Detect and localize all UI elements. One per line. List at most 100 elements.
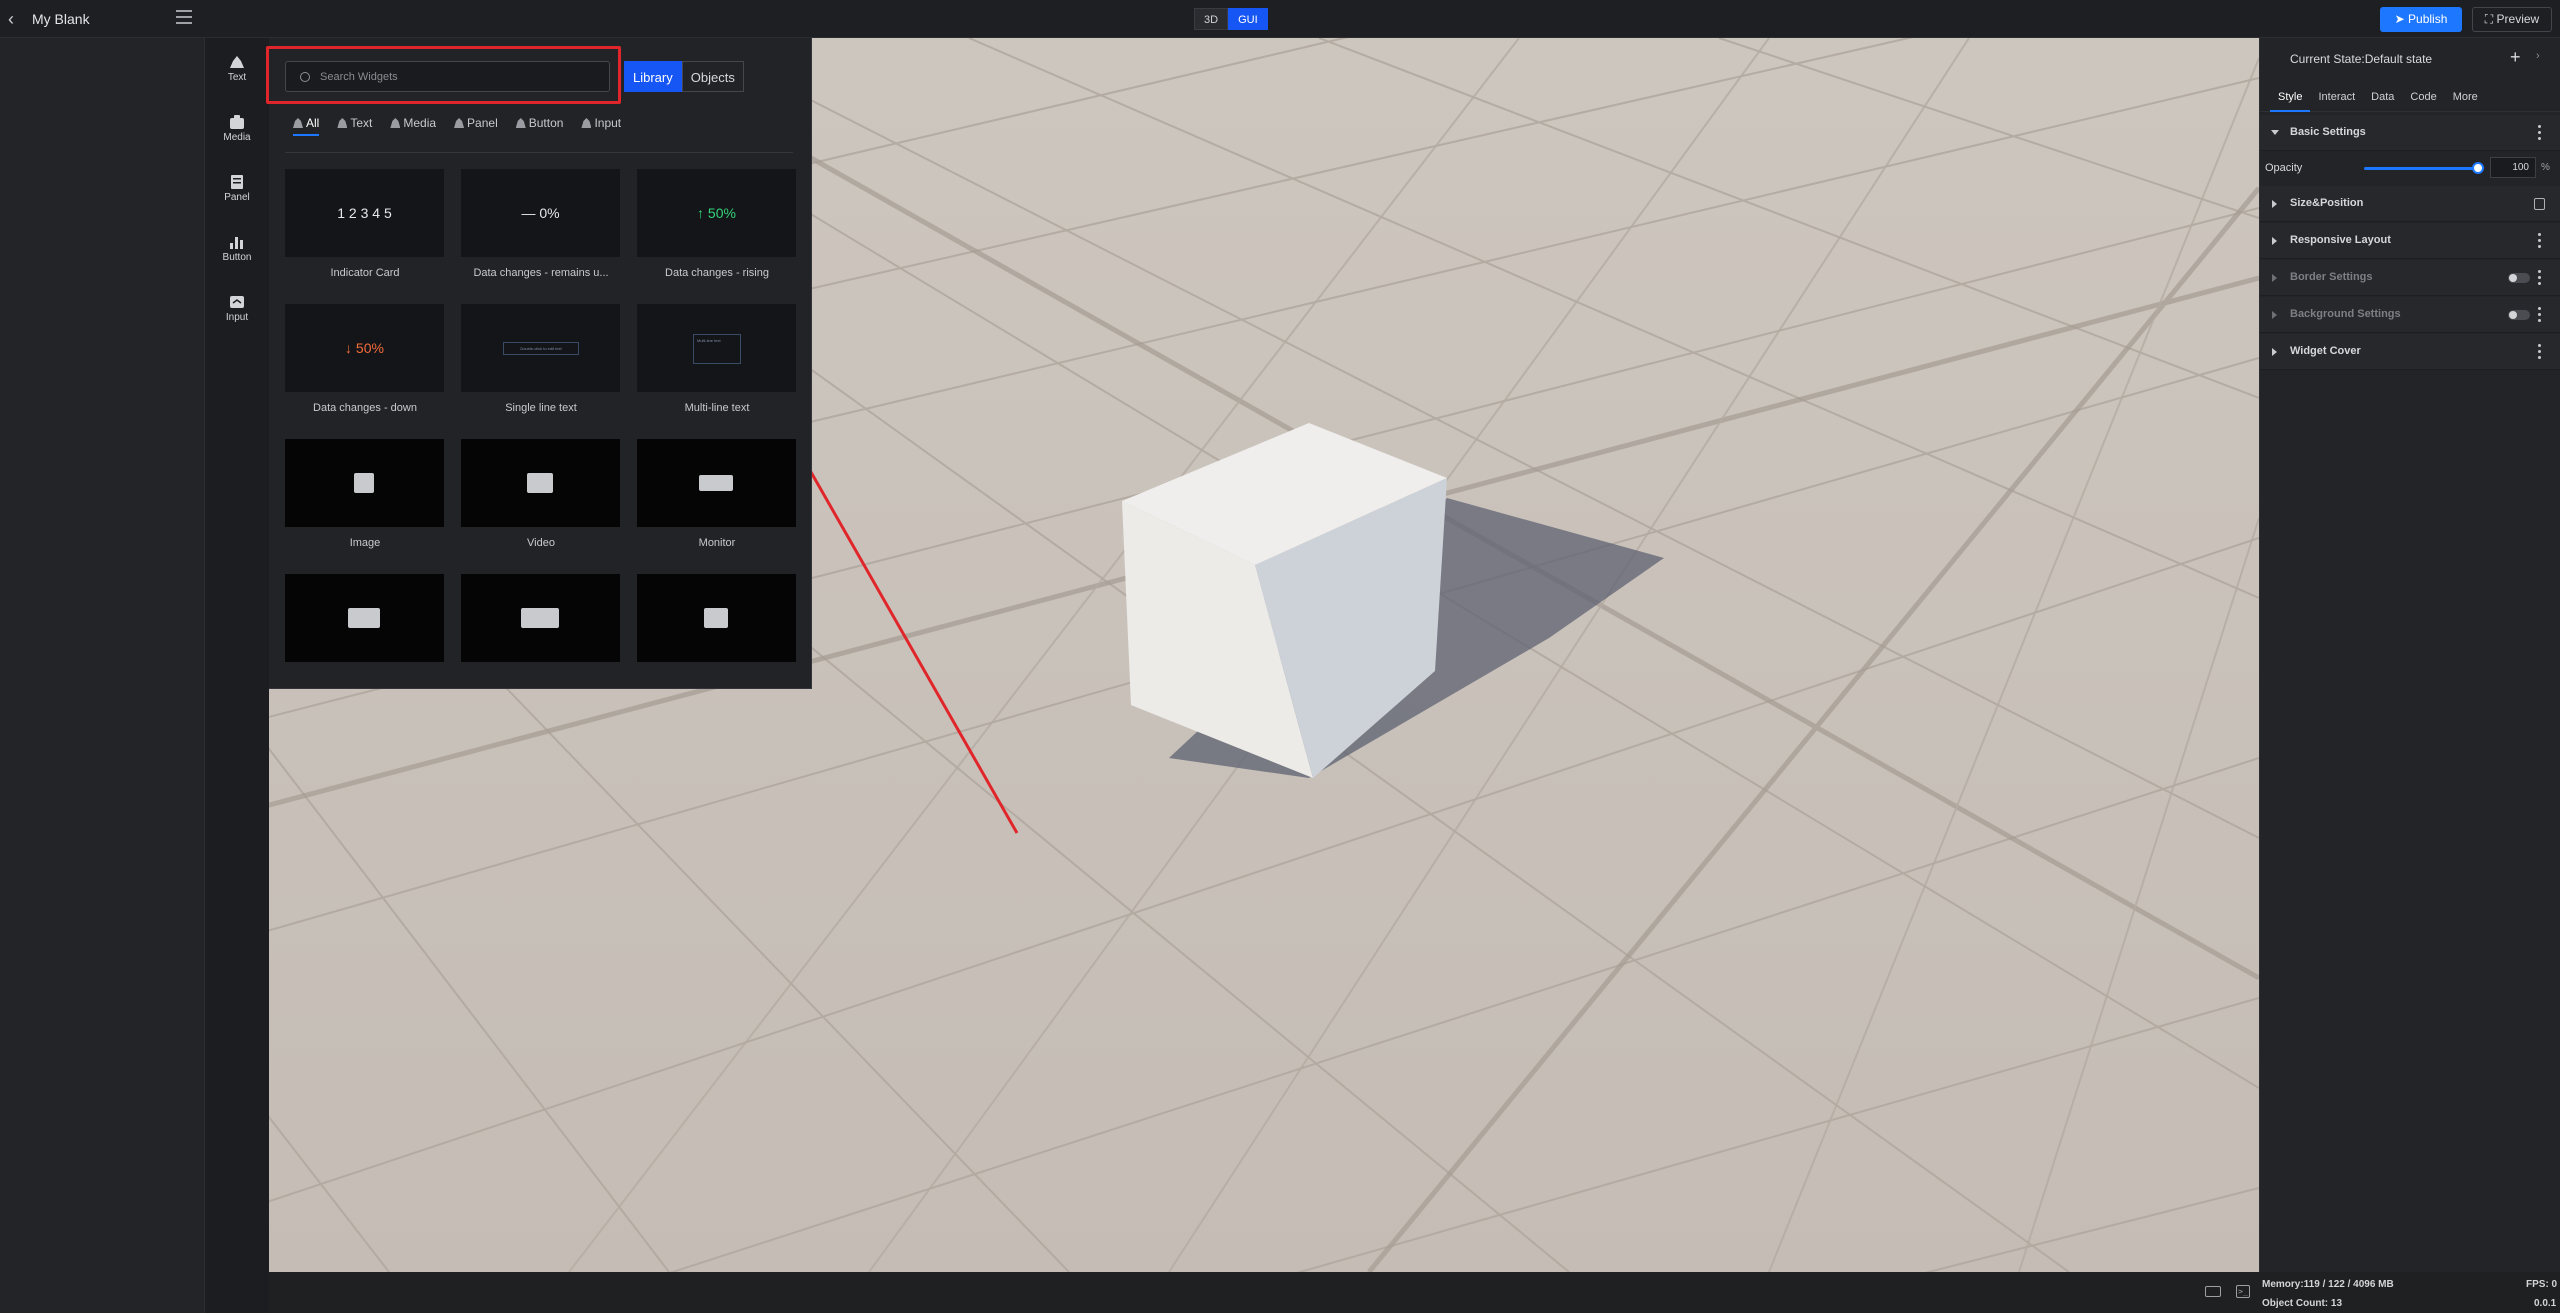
widget-card-multi-line[interactable]: Multi-line text Multi-line text (637, 304, 797, 414)
widget-card-label: Data changes - rising (665, 267, 769, 279)
filter-text[interactable]: Text (337, 116, 372, 136)
rail-item-input[interactable]: Input (205, 288, 269, 334)
widget-card-image[interactable]: Image (285, 439, 445, 549)
filmstrip-icon (521, 608, 559, 628)
widget-card-monitor[interactable]: Monitor (637, 439, 797, 549)
filter-input[interactable]: Input (581, 116, 621, 136)
layers-panel (0, 38, 205, 1313)
widget-thumbnail: 1 2 3 4 5 (285, 169, 444, 257)
section-background-settings[interactable]: Background Settings (2260, 297, 2560, 333)
tab-more[interactable]: More (2445, 86, 2486, 112)
image-icon (354, 473, 374, 493)
opacity-input[interactable]: 100 (2490, 157, 2536, 178)
section-title: Size&Position (2290, 197, 2364, 209)
widget-thumbnail: Double-click to edit text (461, 304, 620, 392)
section-basic-settings[interactable]: Basic Settings (2260, 115, 2560, 151)
widget-card-indicator[interactable]: 1 2 3 4 5 Indicator Card (285, 169, 445, 279)
media-icon (230, 115, 244, 129)
keyboard-icon[interactable] (2205, 1286, 2221, 1297)
widget-thumbnail: ↓ 50% (285, 304, 444, 392)
filter-button[interactable]: Button (515, 116, 563, 136)
caret-right-icon (2272, 311, 2277, 319)
rail-item-panel[interactable]: Panel (205, 168, 269, 214)
mode-gui-button[interactable]: GUI (1228, 8, 1268, 30)
widget-card-single-line[interactable]: Double-click to edit text Single line te… (461, 304, 621, 414)
rail-item-label: Button (222, 252, 252, 263)
section-border-settings[interactable]: Border Settings (2260, 260, 2560, 296)
more-options-icon[interactable] (2538, 270, 2541, 285)
widget-card-data-remains[interactable]: — 0% Data changes - remains u... (461, 169, 621, 279)
property-tabs: Style Interact Data Code More (2260, 86, 2560, 112)
tab-interact[interactable]: Interact (2310, 86, 2363, 112)
widget-card-data-down[interactable]: ↓ 50% Data changes - down (285, 304, 445, 414)
border-toggle[interactable] (2508, 273, 2530, 283)
more-options-icon[interactable] (2538, 233, 2541, 248)
tab-data[interactable]: Data (2363, 86, 2402, 112)
widget-card-label: Single line text (505, 402, 577, 414)
button-icon (230, 237, 243, 249)
publish-label: Publish (2408, 12, 2448, 26)
video-icon (527, 473, 553, 493)
more-options-icon[interactable] (2538, 344, 2541, 359)
top-bar: ‹ My Blank 3D GUI ➤ Publish ⛶ Preview (0, 0, 2560, 38)
opacity-unit: % (2541, 162, 2550, 173)
widget-card-label: Data changes - remains u... (473, 267, 609, 279)
section-title: Background Settings (2290, 308, 2401, 320)
tab-code[interactable]: Code (2402, 86, 2444, 112)
fps-readout: FPS: 0 (2526, 1279, 2558, 1290)
widget-thumbnail: Multi-line text (637, 304, 796, 392)
lock-icon[interactable] (2534, 198, 2545, 210)
rail-item-label: Text (227, 72, 247, 83)
filter-label: Panel (467, 116, 498, 130)
mode-3d-button[interactable]: 3D (1194, 8, 1229, 30)
publish-button[interactable]: ➤ Publish (2380, 7, 2462, 32)
input-icon (581, 118, 592, 128)
tab-objects[interactable]: Objects (681, 61, 744, 92)
more-options-icon[interactable] (2538, 307, 2541, 322)
widget-thumbnail (461, 574, 620, 662)
caret-right-icon (2272, 348, 2277, 356)
widget-card-label: Multi-line text (684, 402, 750, 414)
widget-card-carousel[interactable] (285, 574, 445, 662)
widget-card-pdf[interactable] (637, 574, 797, 662)
rail-item-text[interactable]: Text (205, 48, 269, 94)
rail-item-media[interactable]: Media (205, 108, 269, 154)
tab-style[interactable]: Style (2270, 86, 2311, 112)
panel-icon (454, 118, 465, 128)
section-widget-cover[interactable]: Widget Cover (2260, 334, 2560, 370)
filter-media[interactable]: Media (390, 116, 436, 136)
filter-all[interactable]: All (293, 116, 320, 136)
section-responsive-layout[interactable]: Responsive Layout (2260, 223, 2560, 259)
back-arrow-icon[interactable]: ‹ (8, 10, 24, 28)
search-input[interactable] (320, 69, 600, 85)
opacity-slider[interactable] (2364, 167, 2479, 170)
search-box[interactable] (285, 61, 610, 92)
terminal-icon[interactable]: >_ (2236, 1285, 2250, 1298)
media-icon (390, 118, 401, 128)
widget-card-label: Image (349, 537, 381, 549)
thumbnail-preview-text: 1 2 3 4 5 (337, 205, 392, 221)
preview-button[interactable]: ⛶ Preview (2472, 7, 2552, 32)
widget-card-video-list[interactable] (461, 574, 621, 662)
widget-thumbnail (285, 574, 444, 662)
widget-thumbnail: — 0% (461, 169, 620, 257)
filter-label: Text (350, 116, 373, 130)
add-state-icon[interactable]: + (2510, 48, 2521, 66)
background-toggle[interactable] (2508, 310, 2530, 320)
thumbnail-preview-text: Multi-line text (693, 334, 741, 364)
rail-item-button[interactable]: Button (205, 228, 269, 274)
chevron-right-icon[interactable]: › (2536, 50, 2540, 62)
widget-thumbnail (285, 439, 444, 527)
widget-thumbnail (461, 439, 620, 527)
widget-card-data-rising[interactable]: ↑ 50% Data changes - rising (637, 169, 797, 279)
section-size-position[interactable]: Size&Position (2260, 186, 2560, 222)
app-root: ‹ My Blank 3D GUI ➤ Publish ⛶ Preview Te… (0, 0, 2560, 1313)
hamburger-menu-icon[interactable] (176, 10, 192, 26)
filter-panel[interactable]: Panel (454, 116, 498, 136)
tab-library[interactable]: Library (624, 61, 682, 92)
search-icon (300, 72, 310, 82)
rail-item-label: Panel (224, 192, 250, 203)
more-options-icon[interactable] (2538, 125, 2541, 140)
opacity-slider-handle[interactable] (2472, 162, 2484, 174)
widget-card-video[interactable]: Video (461, 439, 621, 549)
